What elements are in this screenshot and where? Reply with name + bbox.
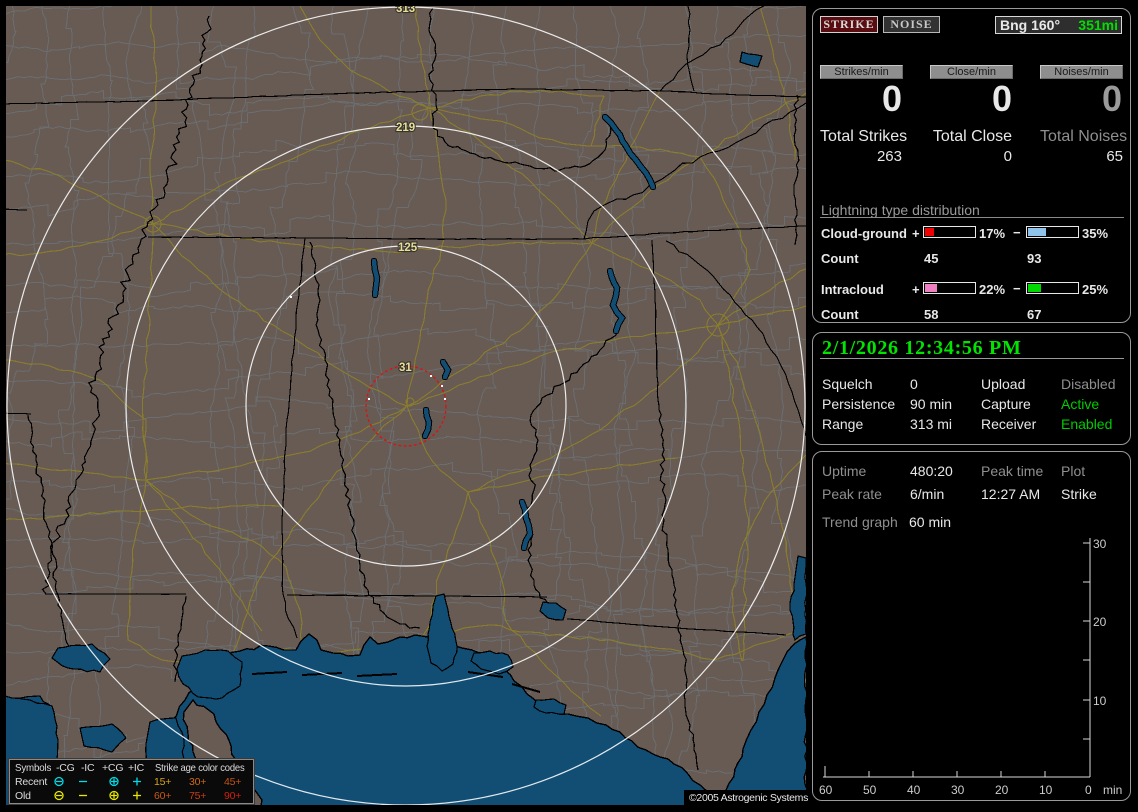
svg-text:10: 10 xyxy=(1039,783,1053,797)
svg-text:30: 30 xyxy=(951,783,965,797)
svg-text:50: 50 xyxy=(863,783,877,797)
svg-text:125: 125 xyxy=(398,242,418,254)
svg-text:60: 60 xyxy=(819,783,833,797)
svg-text:313: 313 xyxy=(396,3,415,15)
svg-text:40: 40 xyxy=(907,783,921,797)
svg-text:20: 20 xyxy=(1093,615,1107,629)
svg-text:31: 31 xyxy=(399,362,412,374)
svg-text:20: 20 xyxy=(995,783,1009,797)
svg-text:30: 30 xyxy=(1093,537,1107,551)
svg-text:0: 0 xyxy=(1085,783,1092,797)
svg-text:10: 10 xyxy=(1093,694,1107,708)
svg-text:min: min xyxy=(1103,783,1122,797)
svg-text:219: 219 xyxy=(396,122,415,134)
